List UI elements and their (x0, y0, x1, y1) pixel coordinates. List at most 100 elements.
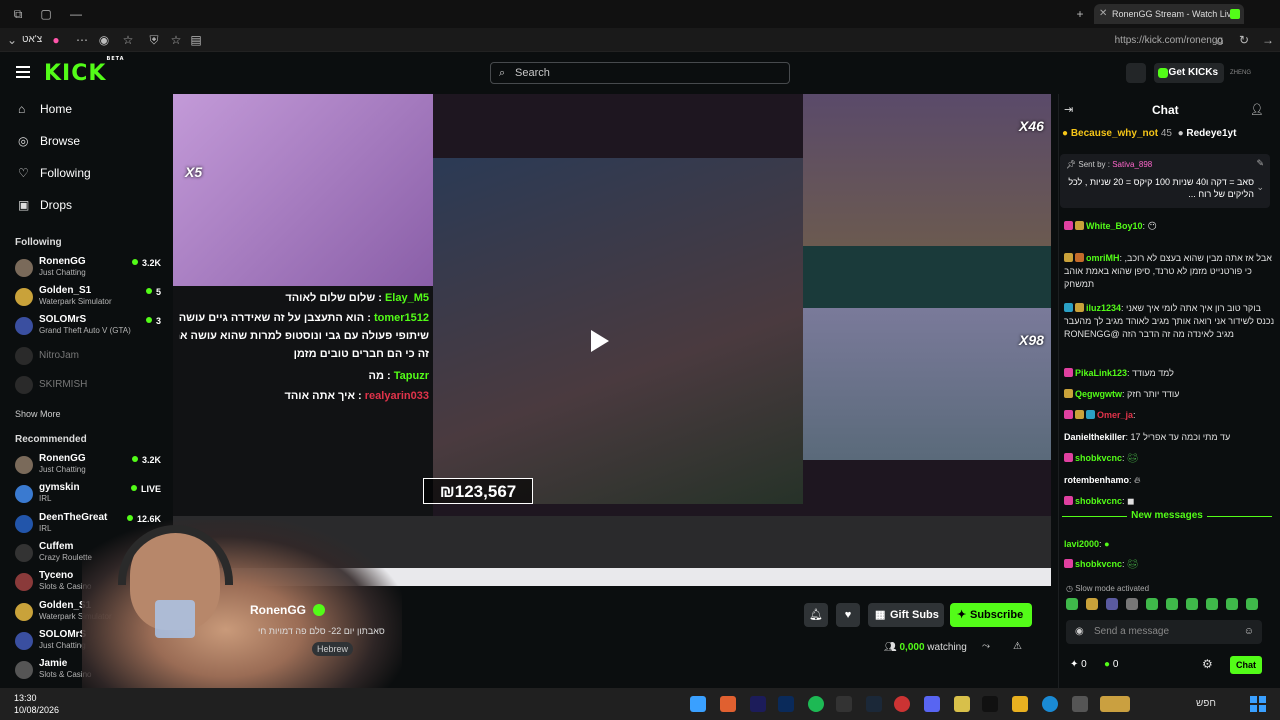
library-button[interactable] (1126, 63, 1146, 83)
get-kicks-button[interactable]: Get KICKs (1154, 63, 1224, 83)
app-icon[interactable] (720, 696, 736, 712)
tiktok-icon[interactable] (982, 696, 998, 712)
stream-title: סאבתון יום 22- סלם פה דמויות חי (258, 626, 385, 636)
recommended-channel[interactable]: RonenGG Just Chatting 3.2K (15, 453, 165, 479)
epic-games-icon[interactable] (836, 696, 852, 712)
star-icon[interactable]: ☆ (168, 32, 184, 48)
calculator-icon[interactable] (690, 696, 706, 712)
overlay-chat-line: tomer1512 : הוא התעצבן על זה שאידרה גיים… (179, 312, 429, 324)
chat-message[interactable]: Qegwgwtw: עודד יותר חזק (1064, 388, 1276, 401)
profile-icon[interactable]: ◉ (96, 32, 112, 48)
overlay-chat-line: שיתופי פעולה עם גבי ונוסטופ למרות שהוא ע… (179, 330, 429, 342)
show-more-link[interactable]: Show More (15, 409, 61, 419)
reader-icon[interactable]: ▤ (188, 32, 204, 48)
emoji-icon[interactable]: ☺ (1244, 620, 1254, 644)
search-input[interactable]: ⌕ Search (490, 62, 790, 84)
gear-icon[interactable]: ⚙ (1202, 657, 1213, 671)
avatar (15, 661, 33, 679)
play-icon[interactable] (591, 330, 609, 352)
chat-message[interactable]: Omer_ja: (1064, 409, 1276, 422)
report-icon[interactable]: ⚠ (1013, 641, 1022, 652)
share-icon[interactable]: ⤳ (982, 641, 990, 652)
chat-message[interactable]: omriMH: אבל אז אתה מבין שהוא בעצם לא רוכ… (1064, 252, 1276, 291)
chat-input[interactable]: ◉ Send a message ☺ (1066, 620, 1262, 644)
forward-icon[interactable]: → (1260, 32, 1276, 48)
search-icon: ⌕ (499, 67, 506, 79)
bookmark-icon[interactable]: ☆ (120, 32, 136, 48)
menu-icon[interactable] (16, 66, 30, 78)
recommended-heading: Recommended (15, 434, 87, 445)
chat-message[interactable]: shobkvcnc: 🐸︎ (1064, 558, 1276, 571)
sidebar-item-following[interactable]: ♡ Following (18, 163, 91, 183)
url-field[interactable]: https://kick.com/ronengg (1115, 35, 1223, 46)
recommended-channel[interactable]: gymskin IRL LIVE (15, 482, 165, 508)
following-channel-offline[interactable]: NitroJam (15, 344, 165, 370)
following-channel[interactable]: RonenGG Just Chatting 3.2K (15, 256, 165, 282)
streamer-name[interactable]: RonenGG (250, 603, 306, 617)
follow-button[interactable]: ♥ (836, 603, 860, 627)
discord-icon[interactable] (924, 696, 940, 712)
edge-icon[interactable] (1042, 696, 1058, 712)
following-channel[interactable]: Golden_S1 Waterpark Simulator 5 (15, 285, 165, 311)
extension-icon[interactable]: ● (48, 32, 64, 48)
chat-message[interactable]: rotembenhamo: 🔥︎ (1064, 474, 1276, 487)
new-messages-divider[interactable]: New messages (1062, 510, 1272, 530)
video-panel-center (433, 158, 803, 504)
send-chat-button[interactable]: Chat (1230, 656, 1262, 674)
lock-icon[interactable]: ⌂ (1212, 32, 1228, 48)
collapse-chat-icon[interactable]: ⇥ (1064, 103, 1073, 116)
minimize-icon[interactable]: — (68, 6, 84, 22)
coin-icon: ● (1062, 128, 1069, 139)
steam-icon[interactable] (866, 696, 882, 712)
obs-icon[interactable] (894, 696, 910, 712)
following-channel[interactable]: SOLOMrS Grand Theft Auto V (GTA) 3 (15, 314, 165, 340)
sidebar-item-home[interactable]: ⌂ Home (18, 99, 72, 119)
more-icon[interactable]: ⋯ (74, 32, 90, 48)
widgets-icon[interactable] (1100, 696, 1130, 712)
chat-message[interactable]: lavi2000: ● (1064, 538, 1276, 551)
folder-icon[interactable] (1012, 696, 1028, 712)
restore-icon[interactable]: ▢ (38, 6, 54, 22)
notification-button[interactable]: 🔔︎ (804, 603, 828, 627)
system-clock[interactable]: 13:30 10/08/2026 (14, 692, 59, 716)
chat-message[interactable]: White_Boy10: 😶︎ (1064, 220, 1276, 233)
unpin-icon[interactable]: ✎ (1256, 158, 1264, 169)
windows-start-icon[interactable] (1250, 696, 1266, 712)
pinned-message[interactable]: 📌︎ Sent by : Sativa_898 סאב = דקה ו40 שנ… (1060, 154, 1270, 208)
shield-icon[interactable]: ⛨ (146, 32, 162, 48)
app-icon[interactable] (954, 696, 970, 712)
chat-message[interactable]: iluz1234: בוקר טוב רון איך אתה לומי איך … (1064, 302, 1276, 341)
gift-subs-button[interactable]: ▦ Gift Subs (868, 603, 944, 627)
task-view-icon[interactable] (1072, 696, 1088, 712)
sidebar-item-drops[interactable]: ▣ Drops (18, 195, 72, 215)
browser-tab[interactable]: ✕ RonenGG Stream - Watch Live (1094, 4, 1244, 24)
chat-message[interactable]: Danielthekiller: עד מתי וכמה עד אפריל 17 (1064, 431, 1276, 444)
video-panel-chat-mini (803, 246, 1051, 308)
chat-message[interactable]: shobkvcnc: ◼︎ (1064, 495, 1276, 508)
kick-logo[interactable]: KICKBETA (44, 56, 125, 86)
language-tag[interactable]: Hebrew (312, 642, 354, 656)
emote-bar[interactable] (1066, 598, 1266, 612)
chat-message[interactable]: PikaLink123: למד מעודד (1064, 367, 1276, 380)
video-player[interactable]: Elay_M5 : שלום שלום לאוהד tomer1512 : הו… (173, 94, 1051, 586)
chevron-down-icon[interactable]: ⌄ (1256, 182, 1264, 193)
avatar (15, 515, 33, 533)
sidebar-item-browse[interactable]: ◎ Browse (18, 131, 80, 151)
close-tab-icon[interactable]: ✕ (1099, 4, 1107, 24)
avatar (15, 259, 33, 277)
subscribe-button[interactable]: ✦ Subscribe (950, 603, 1032, 627)
photoshop-icon[interactable] (778, 696, 794, 712)
chat-message[interactable]: shobkvcnc: 🐸︎ (1064, 452, 1276, 465)
window-menu-icon[interactable]: ⧉ (10, 6, 26, 22)
avatar (15, 573, 33, 591)
new-tab-icon[interactable]: + (1072, 6, 1088, 22)
taskbar-search[interactable]: חפש (1196, 698, 1216, 709)
avatar[interactable]: ZHENG (1230, 63, 1251, 83)
chat-users-icon[interactable]: 👤︎ (1250, 103, 1264, 116)
pinned-sender: 📌︎ Sent by : Sativa_898 (1066, 160, 1153, 169)
premiere-icon[interactable] (750, 696, 766, 712)
chevron-down-icon[interactable]: ⌄ (4, 32, 20, 48)
reload-icon[interactable]: ↻ (1236, 32, 1252, 48)
following-channel-offline[interactable]: SKIRMISH (15, 373, 165, 399)
spotify-icon[interactable] (808, 696, 824, 712)
